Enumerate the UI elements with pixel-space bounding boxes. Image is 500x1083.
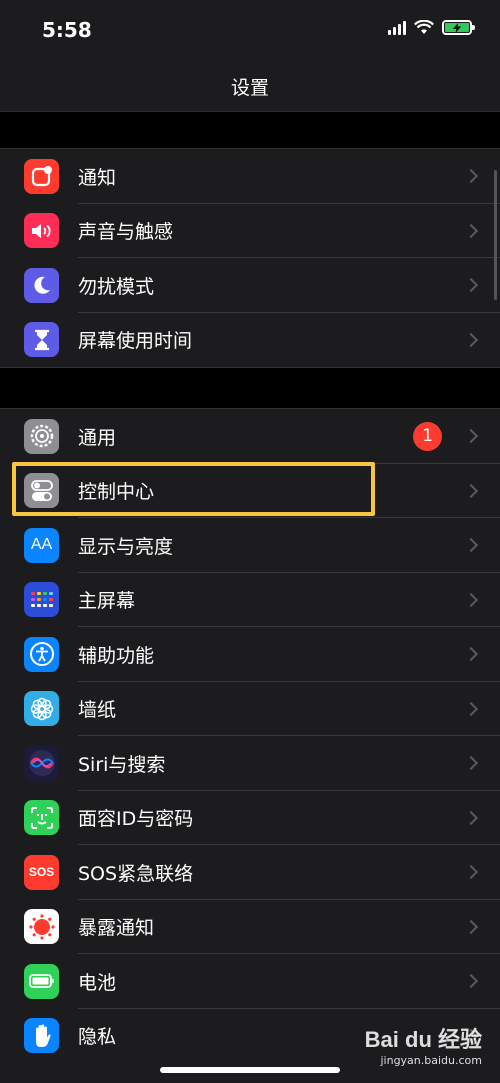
text-size-icon: AA (24, 527, 59, 563)
settings-row-label: 电池 (78, 971, 117, 994)
navigation-bar: 设置 (0, 60, 500, 112)
chevron-right-icon (463, 974, 479, 989)
page-title: 设置 (230, 77, 269, 99)
chevron-right-icon (463, 223, 479, 238)
flower-icon (24, 691, 59, 727)
settings-row-general[interactable]: 通用 1 (0, 409, 500, 464)
chevron-right-icon (463, 647, 479, 662)
watermark-logo: Bai du 经验 (364, 1027, 482, 1052)
settings-row-label: 主屏幕 (78, 590, 136, 613)
gear-icon (24, 418, 59, 454)
notification-badge: 1 (413, 421, 442, 451)
cellular-signal-icon (388, 20, 406, 35)
face-id-icon (24, 800, 59, 836)
settings-row-label: 显示与亮度 (78, 535, 174, 558)
settings-row-accessibility[interactable]: 辅助功能 (0, 627, 500, 682)
settings-row-label: 屏幕使用时间 (78, 330, 193, 353)
settings-row-label: 辅助功能 (78, 644, 155, 667)
status-time: 5:58 (42, 18, 92, 42)
moon-icon (24, 267, 59, 303)
settings-row-do-not-disturb[interactable]: 勿扰模式 (0, 258, 500, 313)
settings-row-label: 通知 (78, 166, 117, 189)
settings-row-label: 隐私 (78, 1026, 117, 1049)
settings-row-label: SOS紧急联络 (78, 862, 194, 885)
settings-row-label: 暴露通知 (78, 917, 155, 940)
chevron-right-icon (463, 919, 479, 934)
scroll-indicator (494, 170, 497, 300)
settings-row-label: 勿扰模式 (78, 275, 155, 298)
settings-group-1: 通知 声音与触感 勿扰模式 屏幕使用时间 (0, 148, 500, 368)
settings-row-siri[interactable]: Siri与搜索 (0, 736, 500, 791)
home-indicator[interactable] (160, 1067, 340, 1073)
chevron-right-icon (463, 483, 479, 498)
watermark-url: jingyan.baidu.com (380, 1054, 482, 1067)
settings-row-emergency-sos[interactable]: SOS SOS紧急联络 (0, 845, 500, 900)
settings-row-face-id[interactable]: 面容ID与密码 (0, 791, 500, 845)
chevron-right-icon (463, 756, 479, 771)
chevron-right-icon (463, 169, 479, 184)
watermark: Bai du 经验 jingyan.baidu.com (365, 1022, 482, 1067)
chevron-right-icon (463, 429, 479, 444)
chevron-right-icon (463, 865, 479, 880)
battery-status-icon (442, 20, 475, 35)
status-bar: 5:58 (0, 0, 500, 60)
wifi-icon (414, 20, 434, 34)
siri-icon (24, 745, 59, 781)
settings-row-notifications[interactable]: 通知 (0, 149, 500, 204)
notification-icon (24, 158, 59, 194)
speaker-icon (24, 213, 59, 249)
accessibility-icon (24, 636, 59, 672)
settings-row-label: 声音与触感 (78, 221, 174, 244)
settings-row-display[interactable]: AA 显示与亮度 (0, 518, 500, 573)
chevron-right-icon (463, 278, 479, 293)
status-icons (388, 20, 475, 35)
chevron-right-icon (463, 538, 479, 553)
chevron-right-icon (463, 592, 479, 607)
settings-group-2: 通用 1 控制中心 AA 显示与亮度 主屏幕 辅助功能 墙纸 Siri与搜索 面… (0, 408, 500, 1083)
settings-row-screen-time[interactable]: 屏幕使用时间 (0, 313, 500, 368)
exposure-icon (24, 909, 59, 945)
settings-row-label: 通用 (78, 426, 117, 449)
chevron-right-icon (463, 810, 479, 825)
sos-icon-glyph: SOS (28, 865, 55, 880)
settings-row-exposure-notifications[interactable]: 暴露通知 (0, 900, 500, 954)
settings-row-label: 面容ID与密码 (78, 808, 194, 831)
hand-icon (24, 1018, 59, 1054)
chevron-right-icon (463, 332, 479, 347)
sos-icon: SOS (24, 854, 59, 890)
settings-row-sounds[interactable]: 声音与触感 (0, 204, 500, 258)
chevron-right-icon (463, 701, 479, 716)
hourglass-icon (24, 322, 59, 358)
settings-row-label: 墙纸 (78, 699, 117, 722)
text-size-icon-glyph: AA (30, 536, 53, 554)
settings-row-control-center[interactable]: 控制中心 (0, 464, 500, 518)
battery-icon (24, 963, 59, 999)
settings-row-label: Siri与搜索 (78, 753, 166, 776)
settings-row-home-screen[interactable]: 主屏幕 (0, 573, 500, 627)
settings-row-label: 控制中心 (78, 481, 155, 504)
toggles-icon (24, 473, 59, 509)
settings-row-battery[interactable]: 电池 (0, 954, 500, 1009)
home-grid-icon (24, 582, 59, 618)
settings-row-wallpaper[interactable]: 墙纸 (0, 682, 500, 736)
